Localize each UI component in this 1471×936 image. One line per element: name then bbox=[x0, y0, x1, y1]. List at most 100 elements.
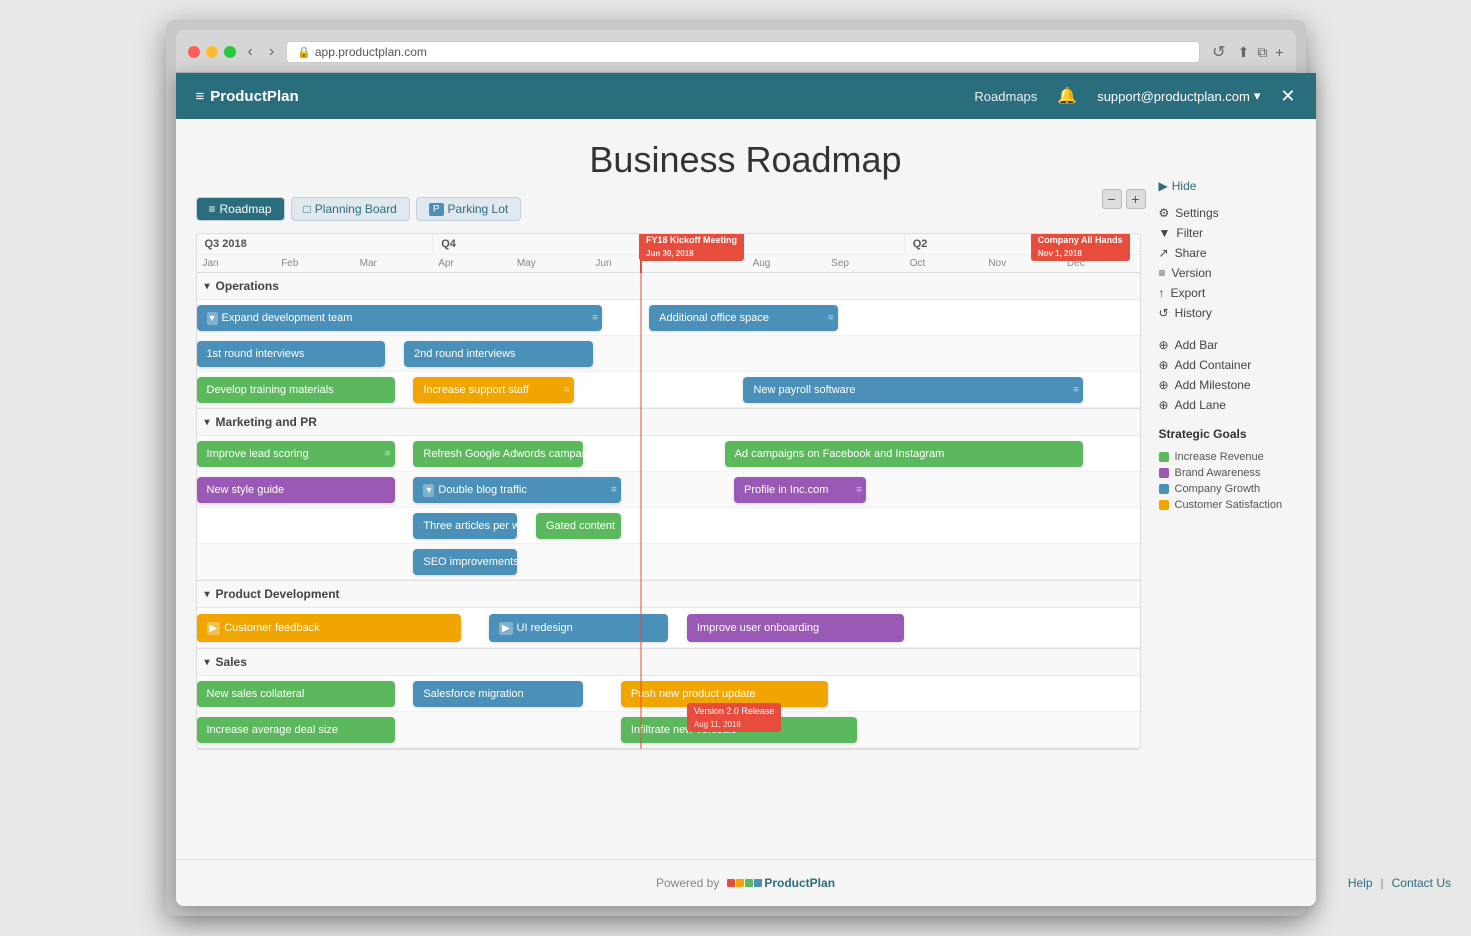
filter-item[interactable]: ▼ Filter bbox=[1159, 223, 1304, 243]
zoom-in-button[interactable]: + bbox=[1126, 189, 1146, 209]
tab-roadmap[interactable]: ≡ Roadmap bbox=[196, 197, 285, 221]
tab-planning-icon: □ bbox=[304, 202, 311, 216]
add-bar-item[interactable]: ⊕ Add Bar bbox=[1159, 335, 1304, 355]
goal-brand-dot bbox=[1159, 468, 1169, 478]
support-staff-bar[interactable]: Increase support staff ≡ bbox=[413, 377, 573, 403]
sales-collateral-bar[interactable]: New sales collateral bbox=[197, 681, 395, 707]
customer-feedback-bar[interactable]: ▶ Customer feedback bbox=[197, 614, 461, 642]
support-staff-label: Increase support staff bbox=[423, 384, 529, 396]
bar-menu-icon: ≡ bbox=[1073, 385, 1079, 396]
tab-planning-board[interactable]: □ Planning Board bbox=[291, 197, 410, 221]
q1-label: Q1 FY18 Kickoff MeetingJun 30, 2018 bbox=[668, 234, 904, 255]
add-lane-label: Add Lane bbox=[1175, 398, 1226, 412]
roadmaps-link[interactable]: Roadmaps bbox=[974, 89, 1037, 104]
add-milestone-icon: ⊕ bbox=[1159, 378, 1169, 392]
top-nav: ≡ ProductPlan Roadmaps 🔔 support@product… bbox=[176, 73, 1316, 119]
add-milestone-item[interactable]: ⊕ Add Milestone bbox=[1159, 375, 1304, 395]
table-row: New sales collateral Salesforce migratio… bbox=[197, 676, 1140, 712]
new-window-button[interactable]: ⧉ bbox=[1257, 44, 1267, 61]
seo-label: SEO improvements bbox=[423, 556, 517, 568]
payroll-label: New payroll software bbox=[753, 384, 855, 396]
salesforce-bar[interactable]: Salesforce migration bbox=[413, 681, 583, 707]
browser-chrome: ‹ › 🔒 app.productplan.com ↺ ⬆ ⧉ + bbox=[176, 30, 1296, 73]
first-round-label: 1st round interviews bbox=[207, 348, 305, 360]
expand-icon: ▾ bbox=[207, 312, 218, 325]
notification-bell[interactable]: 🔔 bbox=[1057, 86, 1077, 106]
add-tab-button[interactable]: + bbox=[1275, 44, 1283, 60]
goal-brand: Brand Awareness bbox=[1159, 465, 1304, 481]
app-window: ≡ ProductPlan Roadmaps 🔔 support@product… bbox=[176, 73, 1316, 906]
minimize-dot[interactable] bbox=[206, 46, 218, 58]
expand-dev-bar[interactable]: ▾ Expand development team ≡ bbox=[197, 305, 602, 331]
tab-planning-label: Planning Board bbox=[315, 202, 397, 216]
lead-scoring-bar[interactable]: Improve lead scoring ≡ bbox=[197, 441, 395, 467]
marketing-header[interactable]: ▾ Marketing and PR bbox=[197, 409, 1140, 436]
forward-button[interactable]: › bbox=[265, 41, 278, 63]
payroll-bar[interactable]: New payroll software ≡ bbox=[743, 377, 1082, 403]
ad-campaigns-bar[interactable]: Ad campaigns on Facebook and Instagram bbox=[725, 441, 1083, 467]
operations-header[interactable]: ▾ Operations bbox=[197, 273, 1140, 300]
settings-item[interactable]: ⚙ Settings bbox=[1159, 203, 1304, 223]
profile-inc-bar[interactable]: Profile in Inc.com ≡ bbox=[734, 477, 866, 503]
goal-satisfaction-label: Customer Satisfaction bbox=[1175, 499, 1283, 511]
filter-icon: ▼ bbox=[1159, 226, 1171, 240]
address-bar[interactable]: 🔒 app.productplan.com bbox=[286, 41, 1200, 63]
share-icon: ↗ bbox=[1159, 246, 1169, 260]
blog-traffic-label: Double blog traffic bbox=[438, 484, 526, 496]
maximize-dot[interactable] bbox=[224, 46, 236, 58]
gated-content-bar[interactable]: Gated content bbox=[536, 513, 621, 539]
zoom-out-button[interactable]: − bbox=[1102, 189, 1122, 209]
second-round-bar[interactable]: 2nd round interviews bbox=[404, 341, 593, 367]
hide-button[interactable]: ▶ Hide bbox=[1159, 179, 1304, 193]
avg-deal-bar[interactable]: Increase average deal size bbox=[197, 717, 395, 743]
user-onboarding-bar[interactable]: Improve user onboarding bbox=[687, 614, 904, 642]
table-row: Improve lead scoring ≡ Refresh Google Ad… bbox=[197, 436, 1140, 472]
history-icon: ↺ bbox=[1159, 306, 1169, 320]
month-oct: Oct bbox=[904, 255, 983, 272]
blog-traffic-bar[interactable]: ▾ Double blog traffic ≡ bbox=[413, 477, 620, 503]
history-item[interactable]: ↺ History bbox=[1159, 303, 1304, 323]
add-container-item[interactable]: ⊕ Add Container bbox=[1159, 355, 1304, 375]
share-browser-button[interactable]: ⬆ bbox=[1238, 44, 1250, 61]
seo-bar[interactable]: SEO improvements bbox=[413, 549, 517, 575]
expand-icon: ▾ bbox=[423, 484, 434, 497]
month-jan: Jan bbox=[197, 255, 276, 272]
settings-label: Settings bbox=[1175, 206, 1218, 220]
goal-growth-dot bbox=[1159, 484, 1169, 494]
user-menu[interactable]: support@productplan.com ▾ bbox=[1097, 88, 1260, 104]
tab-parking-lot[interactable]: P Parking Lot bbox=[416, 197, 521, 221]
back-button[interactable]: ‹ bbox=[244, 41, 257, 63]
add-lane-item[interactable]: ⊕ Add Lane bbox=[1159, 395, 1304, 415]
close-dot[interactable] bbox=[188, 46, 200, 58]
close-button[interactable]: ✕ bbox=[1280, 86, 1295, 107]
share-item[interactable]: ↗ Share bbox=[1159, 243, 1304, 263]
bar-menu-icon: ≡ bbox=[611, 485, 617, 496]
strategic-goals: Strategic Goals Increase Revenue Brand A… bbox=[1159, 427, 1304, 513]
brand-color-red bbox=[727, 879, 735, 887]
style-guide-bar[interactable]: New style guide bbox=[197, 477, 395, 503]
version-item[interactable]: ≡ Version bbox=[1159, 263, 1304, 283]
adwords-bar[interactable]: Refresh Google Adwords campaigns bbox=[413, 441, 583, 467]
gated-content-label: Gated content bbox=[546, 520, 615, 532]
reload-button[interactable]: ↺ bbox=[1208, 40, 1229, 64]
export-item[interactable]: ↑ Export bbox=[1159, 283, 1304, 303]
add-container-icon: ⊕ bbox=[1159, 358, 1169, 372]
bar-menu-icon: ≡ bbox=[856, 485, 862, 496]
table-row: New style guide ▾ Double blog traffic ≡ … bbox=[197, 472, 1140, 508]
additional-office-bar[interactable]: Additional office space ≡ bbox=[649, 305, 838, 331]
three-articles-bar[interactable]: Three articles per week bbox=[413, 513, 517, 539]
marketing-label: Marketing and PR bbox=[216, 415, 317, 429]
ui-redesign-label: UI redesign bbox=[517, 622, 573, 634]
hide-chevron: ▶ bbox=[1159, 179, 1168, 193]
product-header[interactable]: ▾ Product Development bbox=[197, 581, 1140, 608]
sales-header[interactable]: ▾ Sales bbox=[197, 649, 1140, 676]
brand-color-orange bbox=[736, 879, 744, 887]
training-bar[interactable]: Develop training materials bbox=[197, 377, 395, 403]
style-guide-label: New style guide bbox=[207, 484, 285, 496]
first-round-bar[interactable]: 1st round interviews bbox=[197, 341, 386, 367]
customer-feedback-label: Customer feedback bbox=[224, 622, 319, 634]
user-onboarding-label: Improve user onboarding bbox=[697, 622, 819, 634]
goal-satisfaction-dot bbox=[1159, 500, 1169, 510]
brand-icon: ≡ bbox=[196, 88, 205, 105]
brand-color-blue bbox=[754, 879, 762, 887]
